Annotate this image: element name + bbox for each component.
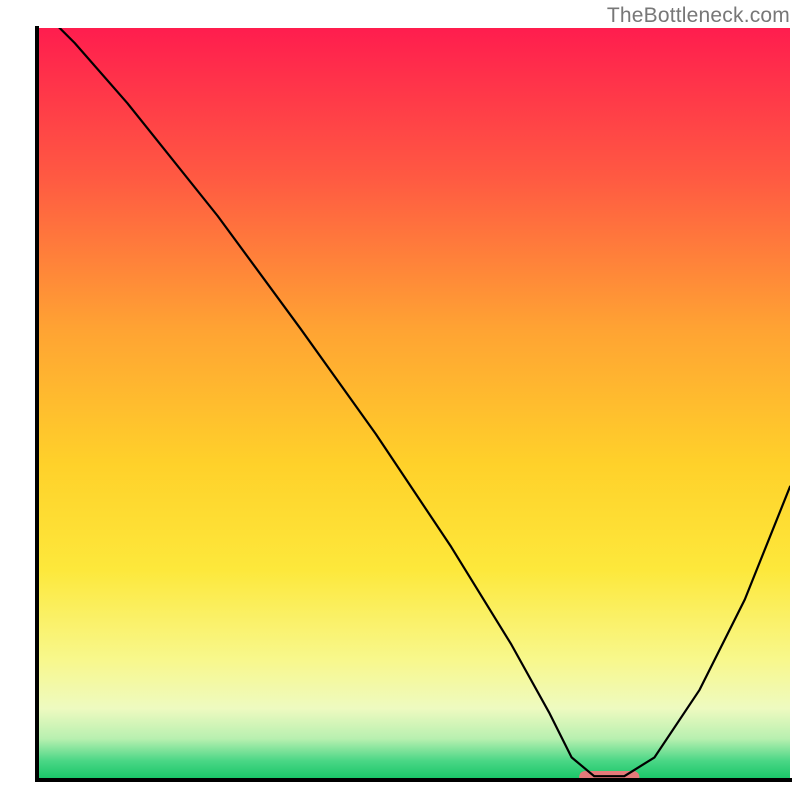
gradient-background bbox=[37, 28, 790, 780]
bottleneck-chart bbox=[0, 0, 800, 800]
chart-container: TheBottleneck.com bbox=[0, 0, 800, 800]
watermark-label: TheBottleneck.com bbox=[607, 4, 790, 28]
